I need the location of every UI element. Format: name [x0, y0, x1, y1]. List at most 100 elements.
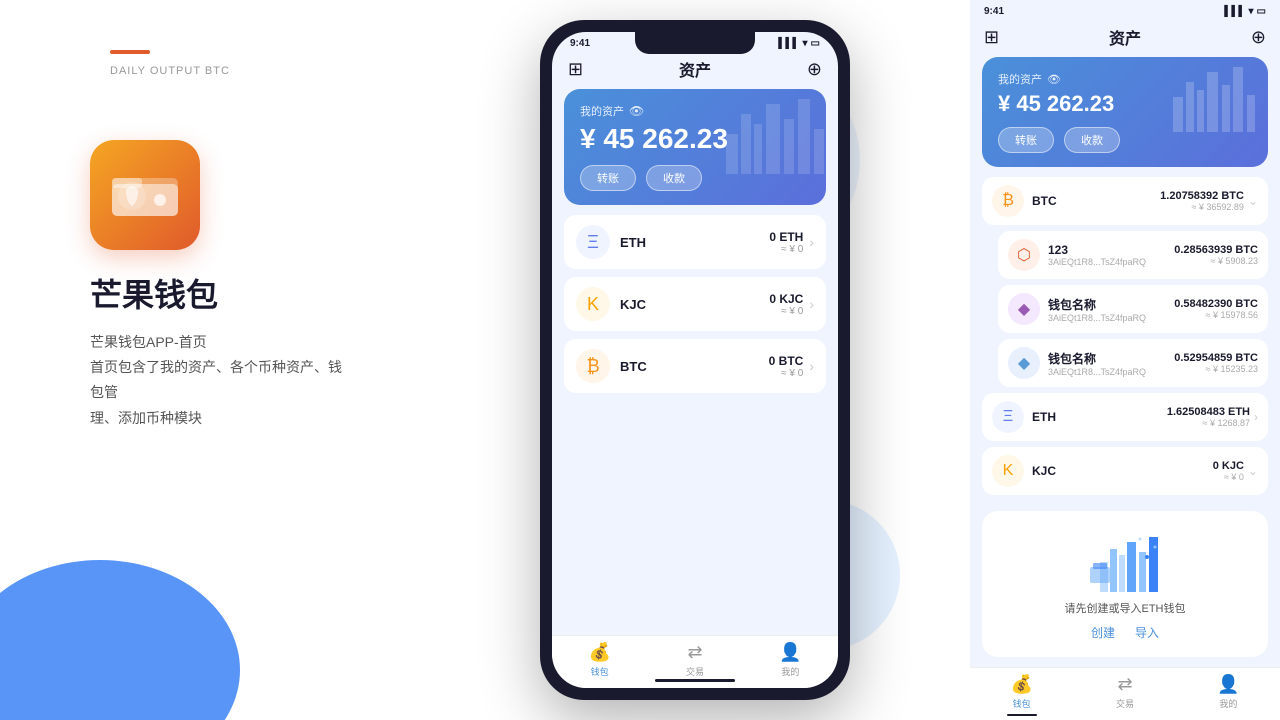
phone-nav-wallet[interactable]: 💰 钱包 — [552, 642, 647, 678]
right-btc-balance: 1.20758392 BTC ≈ ¥ 36592.89 — [1160, 190, 1244, 212]
btc-approx: ≈ ¥ 0 — [769, 368, 804, 379]
app-icon — [90, 140, 200, 250]
right-wallet2-balance: 0.52954859 BTC ≈ ¥ 15235.23 — [1174, 352, 1258, 374]
promo-illustration — [1085, 527, 1165, 592]
right-signal-icon: ▌▌▌ — [1224, 6, 1245, 17]
right-wifi-icon: ▾ — [1249, 6, 1254, 17]
phone-menu-icon[interactable]: ⊞ — [568, 59, 583, 80]
left-panel: DAILY OUTPUT BTC 芒果钱包 芒果钱包APP-首页 首页包含了我的… — [0, 0, 560, 720]
eye-icon[interactable]: 👁 — [629, 104, 644, 118]
receive-button[interactable]: 收款 — [646, 165, 702, 191]
right-coin-eth[interactable]: Ξ ETH 1.62508483 ETH ≈ ¥ 1268.87 › — [982, 393, 1268, 441]
phone-home-indicator — [655, 679, 735, 682]
app-name: 芒果钱包 — [90, 270, 218, 316]
phone-nav-mine[interactable]: 👤 我的 — [743, 642, 838, 678]
right-coin-kjc[interactable]: K KJC 0 KJC ≈ ¥ 0 ⌄ — [982, 447, 1268, 495]
promo-text: 请先创建或导入ETH钱包 — [1065, 600, 1186, 616]
right-wallet1-balance: 0.58482390 BTC ≈ ¥ 15978.56 — [1174, 298, 1258, 320]
right-trade-nav-icon: ⇄ — [1117, 674, 1132, 695]
phone-header: ⊞ 资产 ⊕ — [552, 49, 838, 89]
right-status-icons: ▌▌▌ ▾ ▭ — [1224, 6, 1266, 17]
trade-nav-icon: ⇄ — [687, 642, 702, 663]
btc-balance-group: 0 BTC ≈ ¥ 0 — [769, 354, 804, 379]
kjc-approx: ≈ ¥ 0 — [769, 306, 803, 317]
right-receive-button[interactable]: 收款 — [1064, 127, 1120, 153]
right-kjc-chevron-icon: ⌄ — [1248, 464, 1258, 478]
right-btc-chevron-icon: ⌄ — [1248, 194, 1258, 208]
battery-icon: ▭ — [811, 38, 820, 49]
app-subtitle: DAILY OUTPUT BTC — [110, 65, 230, 77]
right-123-info: 123 3AiEQt1R8...TsZ4fpaRQ — [1048, 243, 1174, 267]
right-wallet-nav-icon: 💰 — [1010, 674, 1032, 695]
right-header-title: 资产 — [1109, 25, 1141, 49]
right-nav-mine[interactable]: 👤 我的 — [1177, 674, 1280, 710]
right-wallet2-icon: ◆ — [1008, 347, 1040, 379]
btc-balance: 0 BTC — [769, 354, 804, 368]
phone-mockup: 9:41 ▌▌▌ ▾ ▭ ⊞ 资产 ⊕ — [540, 20, 850, 700]
right-promo-section: 请先创建或导入ETH钱包 创建 导入 — [982, 511, 1268, 657]
kjc-balance: 0 KJC — [769, 292, 803, 306]
right-mine-nav-icon: 👤 — [1217, 674, 1239, 695]
right-nav-trade[interactable]: ⇄ 交易 — [1073, 674, 1176, 710]
right-menu-icon[interactable]: ⊞ — [984, 27, 999, 48]
app-description: 芒果钱包APP-首页 首页包含了我的资产、各个币种资产、钱包管 理、添加币种模块 — [90, 330, 350, 431]
kjc-balance-group: 0 KJC ≈ ¥ 0 — [769, 292, 803, 317]
right-coin-123[interactable]: ⬡ 123 3AiEQt1R8...TsZ4fpaRQ 0.28563939 B… — [998, 231, 1268, 279]
right-panel: 9:41 ▌▌▌ ▾ ▭ ⊞ 资产 ⊕ 我的资产 👁 ¥ 45 262.23 转… — [970, 0, 1280, 720]
phone-header-title: 资产 — [679, 57, 711, 81]
phone-add-icon[interactable]: ⊕ — [807, 59, 822, 80]
right-coin-btc[interactable]: ₿ BTC 1.20758392 BTC ≈ ¥ 36592.89 ⌄ — [982, 177, 1268, 225]
right-status-bar: 9:41 ▌▌▌ ▾ ▭ — [970, 0, 1280, 17]
right-transfer-button[interactable]: 转账 — [998, 127, 1054, 153]
right-123-balance: 0.28563939 BTC ≈ ¥ 5908.23 — [1174, 244, 1258, 266]
phone-status-icons: ▌▌▌ ▾ ▭ — [778, 38, 820, 49]
right-btc-icon: ₿ — [992, 185, 1024, 217]
eth-balance-group: 0 ETH ≈ ¥ 0 — [769, 230, 803, 255]
transfer-button[interactable]: 转账 — [580, 165, 636, 191]
right-nav-wallet[interactable]: 💰 钱包 — [970, 674, 1073, 710]
right-wallet2-info: 钱包名称 3AiEQt1R8...TsZ4fpaRQ — [1048, 350, 1174, 377]
right-eth-icon: Ξ — [992, 401, 1024, 433]
right-battery-icon: ▭ — [1257, 6, 1266, 17]
right-wallet1-icon: ◆ — [1008, 293, 1040, 325]
phone-coin-list: Ξ ETH 0 ETH ≈ ¥ 0 › K KJC 0 KJC ≈ ¥ 0 › — [552, 215, 838, 393]
right-coin-wallet1[interactable]: ◆ 钱包名称 3AiEQt1R8...TsZ4fpaRQ 0.58482390 … — [998, 285, 1268, 333]
phone-notch — [635, 32, 755, 54]
right-header: ⊞ 资产 ⊕ — [970, 17, 1280, 57]
right-wallet1-info: 钱包名称 3AiEQt1R8...TsZ4fpaRQ — [1048, 296, 1174, 323]
right-btc-name: BTC — [1032, 194, 1160, 208]
phone-nav-trade[interactable]: ⇄ 交易 — [647, 642, 742, 678]
right-123-icon: ⬡ — [1008, 239, 1040, 271]
coin-item-btc[interactable]: ₿ BTC 0 BTC ≈ ¥ 0 › — [564, 339, 826, 393]
phone-frame: 9:41 ▌▌▌ ▾ ▭ ⊞ 资产 ⊕ — [540, 20, 850, 700]
coin-item-eth[interactable]: Ξ ETH 0 ETH ≈ ¥ 0 › — [564, 215, 826, 269]
right-asset-card: 我的资产 👁 ¥ 45 262.23 转账 收款 — [982, 57, 1268, 167]
right-bottom-nav: 💰 钱包 ⇄ 交易 👤 我的 — [970, 667, 1280, 720]
create-wallet-link[interactable]: 创建 — [1091, 624, 1115, 641]
wallet-nav-icon: 💰 — [588, 642, 610, 663]
phone-screen: 9:41 ▌▌▌ ▾ ▭ ⊞ 资产 ⊕ — [552, 32, 838, 688]
eth-icon: Ξ — [576, 225, 610, 259]
kjc-chevron-icon: › — [809, 296, 814, 312]
btc-name: BTC — [620, 359, 769, 374]
eth-chevron-icon: › — [809, 234, 814, 250]
right-time: 9:41 — [984, 6, 1004, 17]
right-add-icon[interactable]: ⊕ — [1251, 27, 1266, 48]
kjc-icon: K — [576, 287, 610, 321]
btc-icon: ₿ — [576, 349, 610, 383]
accent-line — [110, 50, 150, 54]
right-eth-balance: 1.62508483 ETH ≈ ¥ 1268.87 — [1167, 406, 1250, 428]
import-wallet-link[interactable]: 导入 — [1135, 624, 1159, 641]
right-eye-icon[interactable]: 👁 — [1047, 73, 1061, 86]
coin-item-kjc[interactable]: K KJC 0 KJC ≈ ¥ 0 › — [564, 277, 826, 331]
phone-asset-card: 我的资产 👁 ¥ 45 262.23 转账 收款 — [564, 89, 826, 205]
right-kjc-balance: 0 KJC ≈ ¥ 0 — [1213, 460, 1244, 482]
signal-icon: ▌▌▌ — [778, 38, 799, 49]
right-coin-wallet2[interactable]: ◆ 钱包名称 3AiEQt1R8...TsZ4fpaRQ 0.52954859 … — [998, 339, 1268, 387]
eth-name: ETH — [620, 235, 769, 250]
eth-balance: 0 ETH — [769, 230, 803, 244]
promo-links: 创建 导入 — [1091, 624, 1159, 641]
mine-nav-icon: 👤 — [779, 642, 801, 663]
right-kjc-info: KJC — [1032, 464, 1213, 478]
right-eth-info: ETH — [1032, 410, 1167, 424]
